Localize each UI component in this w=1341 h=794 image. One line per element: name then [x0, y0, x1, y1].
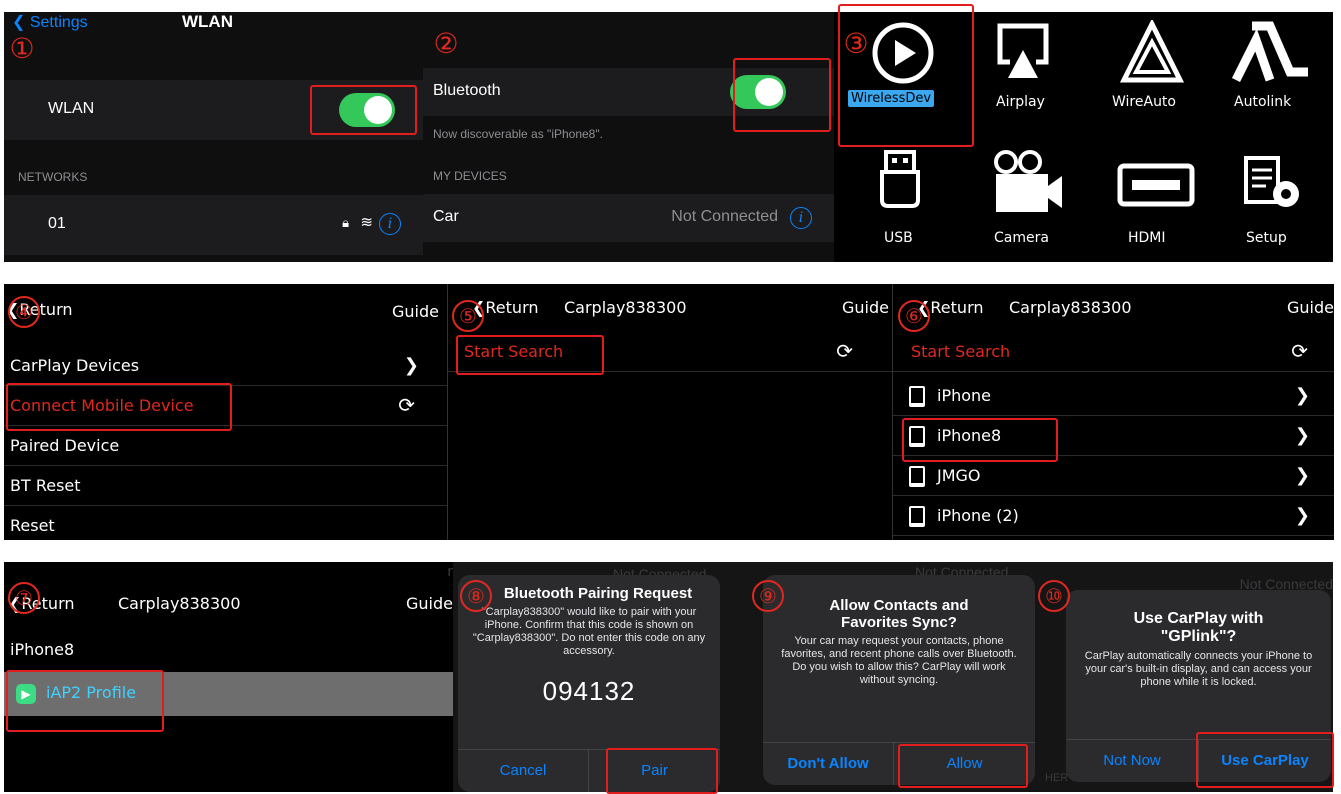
app-label: Camera	[994, 230, 1049, 246]
phone-icon	[909, 506, 925, 527]
start-search-highlight	[456, 335, 604, 375]
menu-item-carplay-devices[interactable]: CarPlay Devices ❯	[4, 346, 447, 386]
chevron-right-icon: ❯	[403, 355, 419, 376]
back-button[interactable]: ❮ Settings	[12, 12, 88, 32]
chevron-right-icon: ❯	[1294, 385, 1310, 406]
step-2-marker: ②	[433, 27, 459, 60]
alert-title: Bluetooth Pairing Request	[503, 585, 693, 602]
use-carplay-highlight	[1196, 732, 1334, 788]
setup-icon	[1244, 156, 1299, 207]
alert-title: Use CarPlay with "GPlink"?	[1133, 610, 1264, 645]
device-name: iPhone8	[10, 640, 75, 659]
step-4-marker: ④	[8, 296, 40, 328]
lock-icon: 🔒︎	[342, 215, 349, 230]
app-autolink[interactable]: Autolink	[1224, 18, 1324, 128]
step-1-marker: ①	[9, 32, 35, 65]
airplay-icon	[997, 23, 1049, 78]
app-usb[interactable]: USB	[864, 144, 944, 254]
step-8-marker: ⑧	[460, 580, 492, 612]
start-search-button[interactable]: Start Search ⟳	[893, 332, 1334, 372]
not-now-button[interactable]: Not Now	[1066, 739, 1199, 782]
device-status: Not Connected	[671, 208, 778, 225]
guide-button[interactable]: Guide	[842, 298, 889, 317]
app-hdmi[interactable]: HDMI	[1104, 144, 1204, 254]
chevron-right-icon: ❯	[1294, 505, 1310, 526]
chevron-left-icon: ❮	[12, 14, 26, 31]
refresh-icon: ⟳	[1291, 339, 1308, 363]
app-label: Autolink	[1234, 94, 1292, 110]
search-panel: ❮Return Carplay838300 Guide Start Search…	[447, 284, 893, 540]
device-row-car[interactable]: Car Not Connected i	[423, 194, 834, 242]
app-label: Airplay	[996, 94, 1045, 110]
page-title: Carplay838300	[564, 298, 687, 317]
info-icon[interactable]: i	[790, 207, 812, 229]
refresh-icon: ⟳	[398, 393, 415, 417]
wifi-icon: ≋	[360, 214, 373, 231]
page-title: WLAN	[182, 12, 233, 31]
step-10-marker: ⑩	[1038, 580, 1070, 612]
phone-icon	[909, 386, 925, 407]
device-list-panel: ❮Return Carplay838300 Guide Start Search…	[892, 284, 1334, 540]
wlan-label: WLAN	[48, 100, 95, 117]
iap2-profile-highlight	[6, 670, 164, 732]
step-5-marker: ⑤	[452, 300, 484, 332]
usb-icon	[880, 150, 920, 208]
guide-button[interactable]: Guide	[406, 594, 453, 613]
app-setup[interactable]: Setup	[1224, 144, 1324, 254]
app-camera[interactable]: Camera	[984, 144, 1074, 254]
app-label: WireAuto	[1112, 94, 1176, 110]
guide-button[interactable]: Guide	[1287, 298, 1334, 317]
app-wireauto[interactable]: WireAuto	[1104, 18, 1204, 128]
step-3-marker: ③	[843, 27, 869, 60]
bluetooth-panel: Bluetooth Now discoverable as "iPhone8".…	[423, 12, 834, 262]
alert-title: Allow Contacts and Favorites Sync?	[829, 597, 969, 631]
page-title: Carplay838300	[1009, 298, 1132, 317]
wlan-panel: ❮ Settings WLAN WLAN NETWORKS 01 🔒︎ ≋ i	[4, 12, 423, 262]
app-label: Setup	[1246, 230, 1287, 246]
iphone8-highlight	[902, 418, 1058, 462]
alert-message: "Carplay838300" would like to pair with …	[472, 606, 706, 657]
alert-message: Your car may request your contacts, phon…	[781, 635, 1017, 686]
hdmi-icon	[1117, 163, 1195, 207]
step-9-marker: ⑨	[752, 580, 784, 612]
step-7-marker: ⑦	[8, 582, 40, 614]
app-label: USB	[884, 230, 913, 246]
bluetooth-label: Bluetooth	[433, 82, 501, 99]
device-name: Car	[433, 208, 459, 225]
device-item[interactable]: JMGO ❯	[893, 456, 1334, 496]
bluetooth-toggle-highlight	[733, 58, 831, 132]
pairing-code: 094132	[542, 676, 636, 706]
device-item[interactable]: iPhone (2) ❯	[893, 496, 1334, 536]
wireauto-icon	[1120, 20, 1184, 83]
app-label: HDMI	[1128, 230, 1166, 246]
guide-button[interactable]: Guide	[392, 302, 439, 321]
chevron-right-icon: ❯	[1294, 425, 1310, 446]
my-devices-header: MY DEVICES	[433, 169, 507, 183]
autolink-icon	[1231, 21, 1308, 83]
networks-header: NETWORKS	[18, 170, 88, 184]
info-icon[interactable]: i	[379, 213, 401, 235]
page-title: Carplay838300	[118, 594, 241, 613]
dont-allow-button[interactable]: Don't Allow	[763, 742, 894, 785]
phone-icon	[909, 466, 925, 487]
refresh-icon: ⟳	[836, 339, 853, 363]
network-name: 01	[48, 215, 66, 232]
wlan-toggle-highlight	[310, 85, 417, 135]
menu-item-paired-device[interactable]: Paired Device	[4, 426, 447, 466]
network-row[interactable]: 01 🔒︎ ≋ i	[4, 195, 423, 255]
device-item[interactable]: iPhone ❯	[893, 376, 1334, 416]
connect-mobile-highlight	[6, 383, 232, 431]
step-6-marker: ⑥	[898, 300, 930, 332]
camera-icon	[994, 150, 1062, 212]
menu-item-reset[interactable]: Reset	[4, 506, 447, 540]
alert-message: CarPlay automatically connects your iPho…	[1084, 650, 1313, 688]
cancel-button[interactable]: Cancel	[458, 749, 589, 792]
wirelessdev-highlight	[838, 4, 974, 147]
menu-item-bt-reset[interactable]: BT Reset	[4, 466, 447, 506]
app-airplay[interactable]: Airplay	[984, 18, 1074, 128]
pair-highlight	[606, 748, 718, 794]
discoverable-text: Now discoverable as "iPhone8".	[433, 127, 603, 141]
allow-highlight	[898, 744, 1028, 788]
chevron-right-icon: ❯	[1294, 465, 1310, 486]
